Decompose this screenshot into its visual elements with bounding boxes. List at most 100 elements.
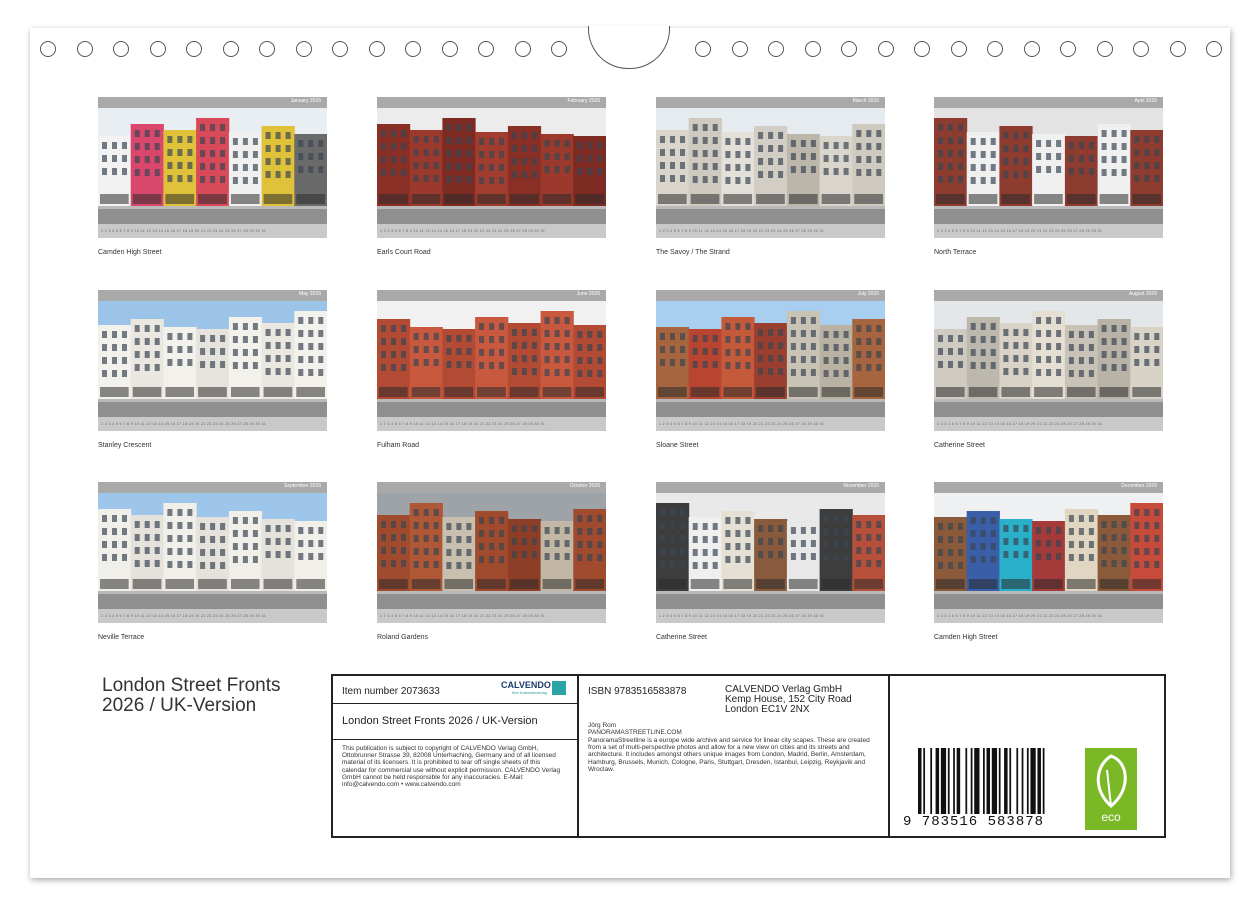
month-thumbnail: May 2026 1 2 3 4 5 6 7 8 9 10 11 12 13 14… — [98, 290, 327, 449]
eco-badge: eco — [1085, 748, 1137, 830]
binding-hole — [731, 41, 748, 57]
title-line-2: 2026 / UK-Version — [102, 695, 257, 716]
month-label: May 2026 — [299, 291, 321, 297]
binding-hole — [222, 41, 239, 57]
day-strip: 1 2 3 4 5 6 7 8 9 10 11 12 13 14 15 16 1… — [377, 609, 606, 623]
month-caption: Fulham Road — [377, 442, 420, 449]
product-title: London Street Fronts 2026 / UK-Version — [342, 715, 538, 727]
street-photo — [377, 301, 606, 417]
month-page: January 2026 1 2 3 4 5 6 7 8 9 10 11 12 1… — [98, 97, 327, 238]
author-website: PANORAMASTREETLINE.COM — [588, 729, 682, 736]
month-page: September 2026 1 2 3 4 5 6 7 8 9 10 11 12… — [98, 482, 327, 623]
month-header: December 2026 — [934, 482, 1163, 493]
item-number: Item number 2073633 — [342, 686, 440, 697]
street-photo — [377, 493, 606, 609]
month-thumbnail: August 2026 1 2 3 4 5 6 7 8 9 10 11 12 13… — [934, 290, 1163, 449]
month-caption: Sloane Street — [656, 442, 699, 449]
month-page: October 2026 1 2 3 4 5 6 7 8 9 10 11 12 1… — [377, 482, 606, 623]
binding-hole — [40, 41, 56, 57]
month-caption: North Terrace — [934, 249, 977, 256]
street-photo — [98, 301, 327, 417]
binding-hole — [695, 41, 711, 57]
brand-logo-text: CALVENDO — [501, 680, 551, 690]
month-label: February 2026 — [567, 98, 600, 104]
day-strip: 1 2 3 4 5 6 7 8 9 10 11 12 13 14 15 16 1… — [934, 417, 1163, 431]
publisher-line-3: London EC1V 2NX — [725, 704, 810, 715]
binding-hole — [478, 41, 494, 57]
month-page: February 2026 1 2 3 4 5 6 7 8 9 10 11 12 … — [377, 97, 606, 238]
month-header: January 2026 — [98, 97, 327, 108]
month-caption: Camden High Street — [98, 249, 162, 256]
day-strip: 1 2 3 4 5 6 7 8 9 10 11 12 13 14 15 16 1… — [656, 609, 885, 623]
day-strip: 1 2 3 4 5 6 7 8 9 10 11 12 13 14 15 16 1… — [98, 417, 327, 431]
brand-logo-icon — [552, 681, 566, 695]
info-rule — [333, 739, 577, 740]
month-label: April 2026 — [1134, 98, 1157, 104]
month-header: July 2026 — [656, 290, 885, 301]
binding-hole — [1169, 41, 1186, 57]
binding-hole — [950, 41, 967, 57]
month-header: March 2026 — [656, 97, 885, 108]
day-strip: 1 2 3 4 5 6 7 8 9 10 11 12 13 14 15 16 1… — [934, 224, 1163, 238]
binding-hole — [76, 41, 93, 57]
month-header: October 2026 — [377, 482, 606, 493]
binding-hole — [804, 41, 821, 57]
street-photo — [377, 108, 606, 224]
eco-label: eco — [1101, 810, 1121, 824]
month-page: May 2026 1 2 3 4 5 6 7 8 9 10 11 12 13 14… — [98, 290, 327, 431]
month-label: January 2026 — [290, 98, 321, 104]
day-strip: 1 2 3 4 5 6 7 8 9 10 11 12 13 14 15 16 1… — [98, 224, 327, 238]
month-header: September 2026 — [98, 482, 327, 493]
publisher-address: CALVENDO Verlag GmbH Kemp House, 152 Cit… — [725, 685, 852, 715]
month-label: June 2026 — [576, 291, 600, 297]
month-thumbnail: December 2026 1 2 3 4 5 6 7 8 9 10 11 12 … — [934, 482, 1163, 641]
month-label: December 2026 — [1121, 483, 1157, 489]
month-label: November 2026 — [843, 483, 879, 489]
month-label: March 2026 — [852, 98, 879, 104]
month-page: August 2026 1 2 3 4 5 6 7 8 9 10 11 12 13… — [934, 290, 1163, 431]
month-page: June 2026 1 2 3 4 5 6 7 8 9 10 11 12 13 1… — [377, 290, 606, 431]
month-header: May 2026 — [98, 290, 327, 301]
binding-hole — [841, 41, 857, 57]
binding-hole — [1096, 41, 1113, 57]
binding-hole — [1133, 41, 1149, 57]
binding-hole — [113, 41, 129, 57]
barcode-number: 9 783516 583878 — [903, 814, 1045, 830]
binding-hole — [405, 41, 421, 57]
binding-hole — [514, 41, 531, 57]
month-header: August 2026 — [934, 290, 1163, 301]
day-strip: 1 2 3 4 5 6 7 8 9 10 11 12 13 14 15 16 1… — [656, 224, 885, 238]
month-thumbnail: June 2026 1 2 3 4 5 6 7 8 9 10 11 12 13 1… — [377, 290, 606, 449]
month-caption: Earls Court Road — [377, 249, 431, 256]
month-caption: Catherine Street — [656, 634, 707, 641]
month-header: February 2026 — [377, 97, 606, 108]
binding-hole — [551, 41, 567, 57]
info-rule — [333, 703, 577, 704]
street-photo — [98, 108, 327, 224]
author-description: PanoramaStreetline is a europe wide arch… — [588, 737, 870, 773]
day-strip: 1 2 3 4 5 6 7 8 9 10 11 12 13 14 15 16 1… — [98, 609, 327, 623]
day-strip: 1 2 3 4 5 6 7 8 9 10 11 12 13 14 15 16 1… — [656, 417, 885, 431]
month-caption: Neville Terrace — [98, 634, 145, 641]
binding-hole — [768, 41, 784, 57]
street-photo — [934, 301, 1163, 417]
month-caption: Stanley Crescent — [98, 442, 152, 449]
isbn: ISBN 9783516583878 — [588, 686, 687, 697]
month-page: March 2026 1 2 3 4 5 6 7 8 9 10 11 12 13 … — [656, 97, 885, 238]
isbn-barcode — [918, 748, 1045, 814]
calendar-title: London Street Fronts 2026 / UK-Version — [102, 676, 281, 716]
binding-hole — [368, 41, 385, 57]
month-page: July 2026 1 2 3 4 5 6 7 8 9 10 11 12 13 1… — [656, 290, 885, 431]
binding-hole — [295, 41, 312, 57]
month-thumbnail: October 2026 1 2 3 4 5 6 7 8 9 10 11 12 1… — [377, 482, 606, 641]
month-thumbnail: July 2026 1 2 3 4 5 6 7 8 9 10 11 12 13 1… — [656, 290, 885, 449]
legal-notice: This publication is subject to copyright… — [342, 745, 561, 789]
day-strip: 1 2 3 4 5 6 7 8 9 10 11 12 13 14 15 16 1… — [377, 224, 606, 238]
month-thumbnail: February 2026 1 2 3 4 5 6 7 8 9 10 11 12 … — [377, 97, 606, 256]
binding-hole — [149, 41, 166, 57]
street-photo — [934, 493, 1163, 609]
month-caption: Camden High Street — [934, 634, 998, 641]
binding-hole — [332, 41, 348, 57]
brand-subtitle: Ihre Kalenderverlag — [512, 690, 547, 695]
info-divider — [577, 676, 579, 836]
